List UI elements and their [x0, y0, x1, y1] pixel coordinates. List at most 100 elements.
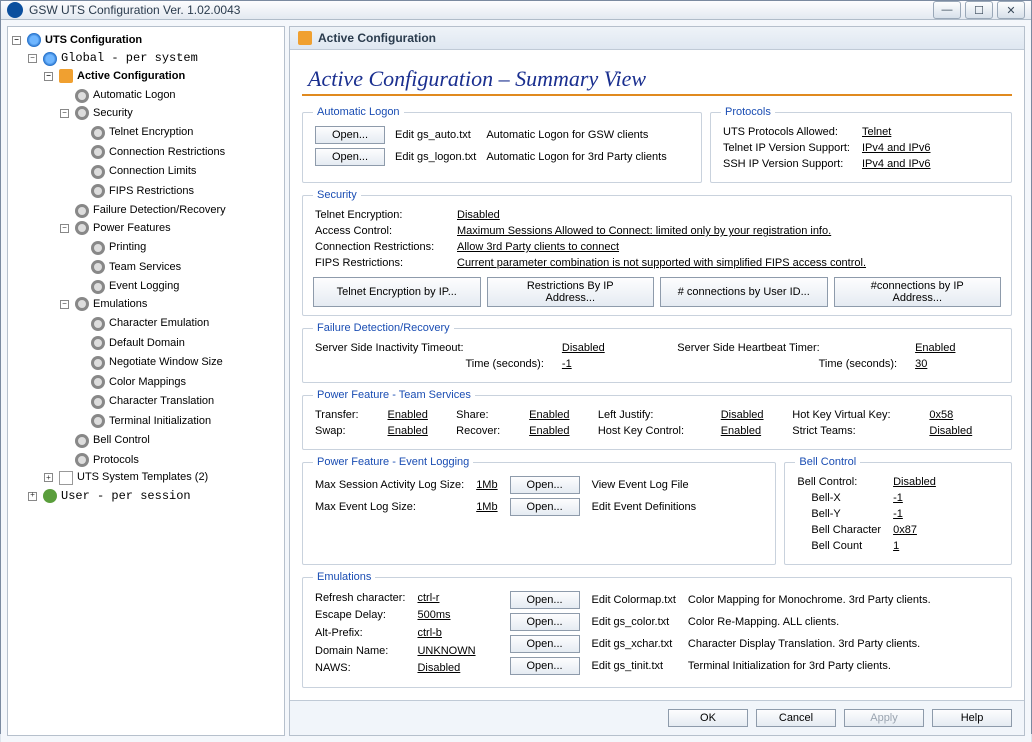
tree-color-mappings[interactable]: Color Mappings	[76, 374, 186, 391]
expand-icon[interactable]: +	[28, 492, 37, 501]
refresh-char-value[interactable]: ctrl-r	[417, 591, 485, 607]
escape-delay-value[interactable]: 500ms	[417, 609, 485, 625]
help-button[interactable]: Help	[932, 709, 1012, 727]
cancel-button[interactable]: Cancel	[756, 709, 836, 727]
swap-value[interactable]: Enabled	[388, 425, 455, 439]
open-colormap-button[interactable]: Open...	[510, 591, 580, 609]
tree-security[interactable]: −Security	[60, 105, 133, 122]
expand-icon[interactable]: +	[44, 473, 53, 482]
tree-protocols[interactable]: Protocols	[60, 452, 139, 469]
collapse-icon[interactable]: −	[12, 36, 21, 45]
tree-root[interactable]: − UTS Configuration	[12, 32, 142, 49]
collapse-icon[interactable]: −	[28, 54, 37, 63]
tree-emulations[interactable]: −Emulations	[60, 296, 147, 313]
tree-templates[interactable]: +UTS System Templates (2)	[44, 469, 208, 486]
rest-by-ip-button[interactable]: Restrictions By IP Address...	[487, 277, 655, 307]
access-ctrl-value[interactable]: Maximum Sessions Allowed to Connect: lim…	[457, 225, 876, 239]
hostkey-value[interactable]: Enabled	[721, 425, 791, 439]
tree-negotiate-window-size[interactable]: Negotiate Window Size	[76, 354, 223, 371]
session-log-size-value[interactable]: 1Mb	[476, 476, 507, 496]
open-eventdef-button[interactable]: Open...	[510, 498, 580, 516]
maximize-button[interactable]: ☐	[965, 1, 993, 19]
collapse-icon[interactable]: −	[60, 300, 69, 309]
open-gstinit-button[interactable]: Open...	[510, 657, 580, 675]
open-gsxchar-button[interactable]: Open...	[510, 635, 580, 653]
telnet-enc-by-ip-button[interactable]: Telnet Encryption by IP...	[313, 277, 481, 307]
gear-icon	[75, 204, 89, 218]
tree-bell-control[interactable]: Bell Control	[60, 432, 150, 449]
tree-user[interactable]: +User - per session	[28, 488, 191, 505]
window-title: GSW UTS Configuration Ver. 1.02.0043	[29, 3, 240, 17]
open-logon-txt-button[interactable]: Open...	[315, 148, 385, 166]
tree-auto-logon[interactable]: Automatic Logon	[60, 87, 176, 104]
alt-prefix-label: Alt-Prefix:	[315, 626, 415, 642]
domain-name-value[interactable]: UNKNOWN	[417, 644, 485, 660]
bellchar-value[interactable]: 0x87	[893, 524, 946, 538]
bellx-label: Bell-X	[797, 492, 891, 506]
tree-team-services[interactable]: Team Services	[76, 259, 181, 276]
nav-tree[interactable]: − UTS Configuration − Global - per syste…	[7, 26, 285, 736]
gear-icon	[91, 336, 105, 350]
open-gscolor-button[interactable]: Open...	[510, 613, 580, 631]
bellx-value[interactable]: -1	[893, 492, 946, 506]
ok-button[interactable]: OK	[668, 709, 748, 727]
alt-prefix-value[interactable]: ctrl-b	[417, 626, 485, 642]
belly-value[interactable]: -1	[893, 508, 946, 522]
tree-character-translation[interactable]: Character Translation	[76, 393, 214, 410]
heartbeat-value[interactable]: Enabled	[915, 342, 999, 356]
open-auto-txt-button[interactable]: Open...	[315, 126, 385, 144]
tree-character-emulation[interactable]: Character Emulation	[76, 315, 209, 332]
divider	[302, 94, 1012, 96]
conn-by-ip-button[interactable]: #connections by IP Address...	[834, 277, 1002, 307]
minimize-button[interactable]: —	[933, 1, 961, 19]
telnet-enc-value[interactable]: Disabled	[457, 209, 876, 223]
edit-eventdef-label: Edit Event Definitions	[592, 498, 707, 518]
ssh-ipver-value[interactable]: IPv4 and IPv6	[862, 158, 941, 172]
fips-rest-value[interactable]: Current parameter combination is not sup…	[457, 257, 876, 271]
legend-bell: Bell Control	[795, 456, 860, 468]
recover-label: Recover:	[456, 425, 527, 439]
inactivity-timeout-value[interactable]: Disabled	[562, 342, 650, 356]
tree-active-config[interactable]: − Active Configuration	[44, 68, 185, 85]
inactivity-time-value[interactable]: -1	[562, 358, 650, 372]
tree-default-domain[interactable]: Default Domain	[76, 335, 185, 352]
leftjustify-value[interactable]: Disabled	[721, 409, 791, 423]
collapse-icon[interactable]: −	[60, 109, 69, 118]
legend-auto-logon: Automatic Logon	[313, 106, 404, 118]
gear-icon	[91, 356, 105, 370]
collapse-icon[interactable]: −	[60, 224, 69, 233]
share-value[interactable]: Enabled	[529, 409, 596, 423]
event-log-size-value[interactable]: 1Mb	[476, 498, 507, 518]
heartbeat-time-value[interactable]: 30	[915, 358, 999, 372]
tree-failure-detection[interactable]: Failure Detection/Recovery	[60, 202, 226, 219]
group-event-logging: Power Feature - Event Logging Max Sessio…	[302, 456, 776, 565]
open-eventlog-button[interactable]: Open...	[510, 476, 580, 494]
titlebar[interactable]: GSW UTS Configuration Ver. 1.02.0043 — ☐…	[1, 1, 1031, 20]
conn-rest-value[interactable]: Allow 3rd Party clients to connect	[457, 241, 876, 255]
recover-value[interactable]: Enabled	[529, 425, 596, 439]
tree-root-label: UTS Configuration	[45, 32, 142, 49]
edit-colormap-label: Edit Colormap.txt	[592, 591, 686, 611]
tree-printing[interactable]: Printing	[76, 239, 146, 256]
proto-allowed-value[interactable]: Telnet	[862, 126, 941, 140]
tree-event-logging[interactable]: Event Logging	[76, 278, 179, 295]
tree-terminal-initialization[interactable]: Terminal Initialization	[76, 413, 211, 430]
tree-global[interactable]: − Global - per system	[28, 50, 198, 67]
tree-connection-limits[interactable]: Connection Limits	[76, 163, 196, 180]
tree-telnet-encryption[interactable]: Telnet Encryption	[76, 124, 193, 141]
bellcount-value[interactable]: 1	[893, 540, 946, 554]
transfer-value[interactable]: Enabled	[388, 409, 455, 423]
close-button[interactable]: ✕	[997, 1, 1025, 19]
naws-value[interactable]: Disabled	[417, 661, 485, 677]
group-auto-logon: Automatic Logon Open... Edit gs_auto.txt…	[302, 106, 702, 183]
hotkey-value[interactable]: 0x58	[929, 409, 999, 423]
apply-button[interactable]: Apply	[844, 709, 924, 727]
tree-power-features[interactable]: −Power Features	[60, 220, 171, 237]
conn-by-userid-button[interactable]: # connections by User ID...	[660, 277, 828, 307]
tree-fips-restrictions[interactable]: FIPS Restrictions	[76, 183, 194, 200]
telnet-ipver-value[interactable]: IPv4 and IPv6	[862, 142, 941, 156]
collapse-icon[interactable]: −	[44, 72, 53, 81]
bellctrl-value[interactable]: Disabled	[893, 476, 946, 490]
tree-connection-restrictions[interactable]: Connection Restrictions	[76, 144, 225, 161]
strictteams-value[interactable]: Disabled	[929, 425, 999, 439]
